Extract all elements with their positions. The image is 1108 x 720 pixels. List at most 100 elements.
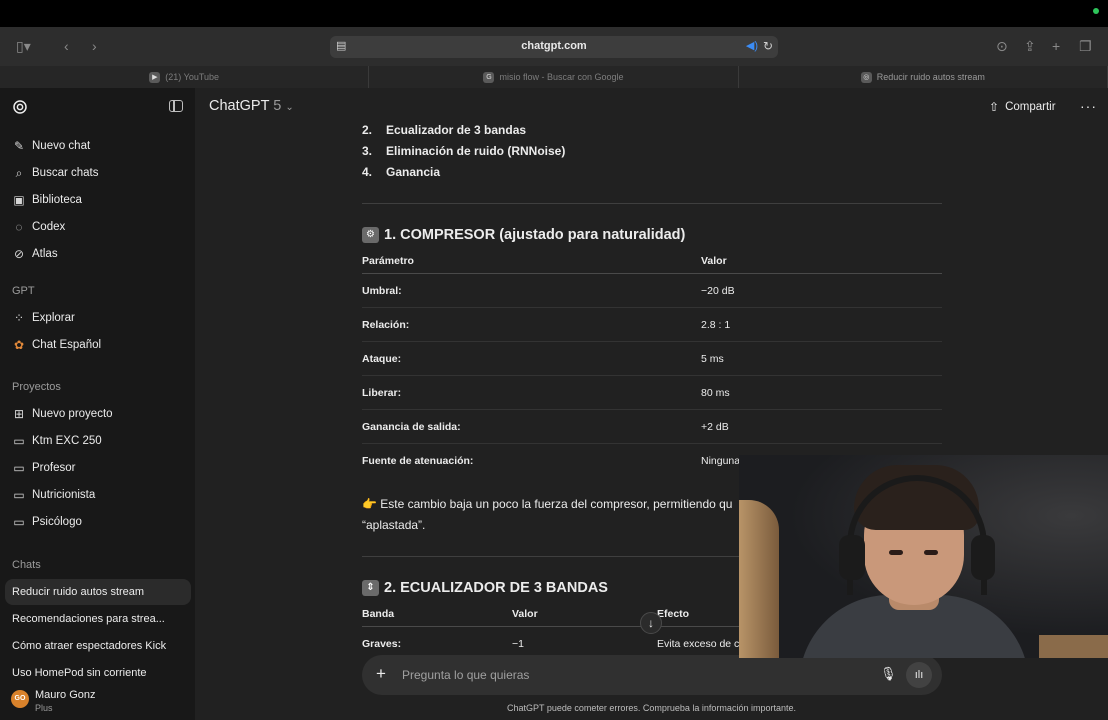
microphone-icon[interactable]: 🎙 (880, 666, 897, 682)
sidebar-item-label: Buscar chats (32, 167, 99, 179)
table-divider (362, 307, 942, 308)
divider (362, 203, 942, 204)
user-profile[interactable]: GO Mauro Gonz Plus (0, 680, 195, 720)
chat-item[interactable]: Cómo atraer espectadores Kick (5, 633, 191, 659)
more-options-icon[interactable]: ··· (1080, 98, 1097, 114)
folder-icon: ▭ (13, 461, 25, 475)
sidebar-item-label: Atlas (32, 248, 58, 260)
gpt-avatar-icon: ✿ (13, 338, 25, 352)
sidebar-item-label: Nuevo chat (32, 140, 91, 152)
tab-google[interactable]: G misio flow - Buscar con Google (369, 66, 739, 88)
forward-arrow-icon[interactable]: › (92, 37, 97, 55)
download-icon[interactable]: ⊙ (996, 37, 1008, 55)
sidebar-item-label: Nutricionista (32, 489, 96, 501)
table-cell: Umbral: (362, 285, 402, 297)
menu-bar (0, 0, 1108, 27)
folder-icon: ▭ (13, 515, 25, 529)
sidebar-item-project-nutricionista[interactable]: ▭ Nutricionista (12, 486, 95, 504)
prompt-input[interactable] (402, 665, 862, 685)
sidebar: ✎ Nuevo chat ⌕ Buscar chats ▣ Biblioteca… (0, 88, 195, 720)
section-heading-chats: Chats (12, 559, 41, 571)
disclaimer: ChatGPT puede cometer errores. Comprueba… (507, 703, 796, 713)
user-plan: Plus (35, 703, 53, 713)
chat-item[interactable]: Uso HomePod sin corriente (5, 660, 191, 680)
table-cell: Relación: (362, 319, 410, 331)
tab-chatgpt[interactable]: ◎ Reducir ruido autos stream (739, 66, 1108, 88)
sidebar-item-label: Chat Español (32, 339, 102, 351)
chat-item[interactable]: Recomendaciones para strea... (5, 606, 191, 632)
tab-overview-icon[interactable]: ❐ (1079, 37, 1092, 55)
scroll-to-bottom-button[interactable]: ↓ (640, 612, 662, 634)
library-icon: ▣ (13, 193, 25, 207)
user-name: Mauro Gonz (35, 689, 96, 701)
avatar: GO (11, 690, 29, 708)
sidebar-item-chat-espanol[interactable]: ✿ Chat Español (12, 336, 101, 354)
voice-mode-button[interactable]: ılı (906, 662, 932, 688)
sidebar-item-project-profesor[interactable]: ▭ Profesor (12, 459, 75, 477)
sidebar-item-label: Explorar (32, 312, 75, 324)
sidebar-item-label: Psicólogo (32, 516, 82, 528)
table-cell: Liberar: (362, 387, 402, 399)
sidebar-item-new-chat[interactable]: ✎ Nuevo chat (12, 137, 90, 155)
table-cell: 2.8 : 1 (701, 319, 731, 331)
table-cell: Ninguna (701, 455, 741, 467)
google-favicon-icon: G (483, 71, 495, 83)
list-item: 3. Eliminación de ruido (RNNoise) (362, 144, 566, 158)
table-cell: Ganancia de salida: (362, 421, 461, 433)
search-icon: ⌕ (15, 166, 23, 180)
table-cell: Ataque: (362, 353, 402, 365)
table-header: Parámetro (362, 255, 414, 267)
table-cell: −20 dB (701, 285, 735, 297)
codex-icon: ◌ (15, 220, 23, 234)
model-version: 5 (273, 98, 282, 114)
table-cell: Graves: (362, 638, 402, 650)
table-header: Valor (512, 608, 538, 620)
sidebar-item-project-ktm[interactable]: ▭ Ktm EXC 250 (12, 432, 101, 450)
table-divider (362, 341, 942, 342)
back-arrow-icon[interactable]: ‹ (64, 37, 69, 55)
tab-label: Reducir ruido autos stream (876, 72, 985, 82)
add-attachment-icon[interactable]: + (376, 664, 386, 684)
section-heading-equalizer: ⇕ 2. ECUALIZADOR DE 3 BANDAS (362, 580, 608, 596)
table-cell: 80 ms (701, 387, 730, 399)
close-sidebar-icon[interactable] (169, 100, 183, 112)
paragraph: 👉 Este cambio baja un poco la fuerza del… (362, 497, 733, 511)
sidebar-toggle-icon[interactable]: ▯▾ (16, 37, 31, 55)
tab-label: (21) YouTube (165, 72, 220, 82)
sidebar-item-project-psicologo[interactable]: ▭ Psicólogo (12, 513, 82, 531)
sidebar-item-label: Biblioteca (32, 194, 82, 206)
table-divider (362, 443, 942, 444)
sidebar-item-explore[interactable]: ⁘ Explorar (12, 309, 75, 327)
section-heading-gpt: GPT (12, 285, 35, 297)
chatgpt-favicon-icon: ◎ (860, 71, 872, 83)
chat-item[interactable]: Reducir ruido autos stream (5, 579, 191, 605)
share-icon[interactable]: ⇪ (1024, 37, 1036, 55)
sidebar-item-search-chats[interactable]: ⌕ Buscar chats (12, 164, 99, 182)
sidebar-item-library[interactable]: ▣ Biblioteca (12, 191, 82, 209)
tab-bar: ▶ (21) YouTube G misio flow - Buscar con… (0, 66, 1108, 88)
openai-logo-icon[interactable] (11, 98, 29, 116)
model-selector[interactable]: ChatGPT 5 ⌄ (209, 98, 294, 114)
table-cell: Fuente de atenuación: (362, 455, 474, 467)
reload-icon[interactable]: ↻ (763, 39, 773, 53)
sidebar-item-codex[interactable]: ◌ Codex (12, 218, 65, 236)
tab-youtube[interactable]: ▶ (21) YouTube (0, 66, 370, 88)
tab-label: misio flow - Buscar con Google (499, 72, 624, 82)
new-tab-icon[interactable]: + (1052, 37, 1060, 55)
url-text: chatgpt.com (521, 40, 587, 52)
audio-playing-icon[interactable]: ◀) (746, 39, 758, 52)
level-slider-icon: ⇕ (362, 580, 379, 596)
share-icon: ⇧ (989, 100, 1000, 114)
model-name: ChatGPT (209, 98, 270, 114)
share-label: Compartir (1005, 101, 1056, 113)
folder-icon: ▭ (13, 434, 25, 448)
share-button[interactable]: ⇧ Compartir (989, 100, 1056, 114)
list-item: 2. Ecualizador de 3 bandas (362, 123, 527, 137)
atlas-icon: ⊘ (13, 247, 25, 261)
sidebar-item-atlas[interactable]: ⊘ Atlas (12, 245, 58, 263)
address-bar[interactable]: ▤ chatgpt.com ◀) ↻ (330, 36, 778, 58)
sidebar-item-new-project[interactable]: ⊞ Nuevo proyecto (12, 405, 113, 423)
grid-icon: ⁘ (13, 311, 25, 325)
new-folder-icon: ⊞ (13, 407, 25, 421)
youtube-favicon-icon: ▶ (149, 71, 161, 83)
